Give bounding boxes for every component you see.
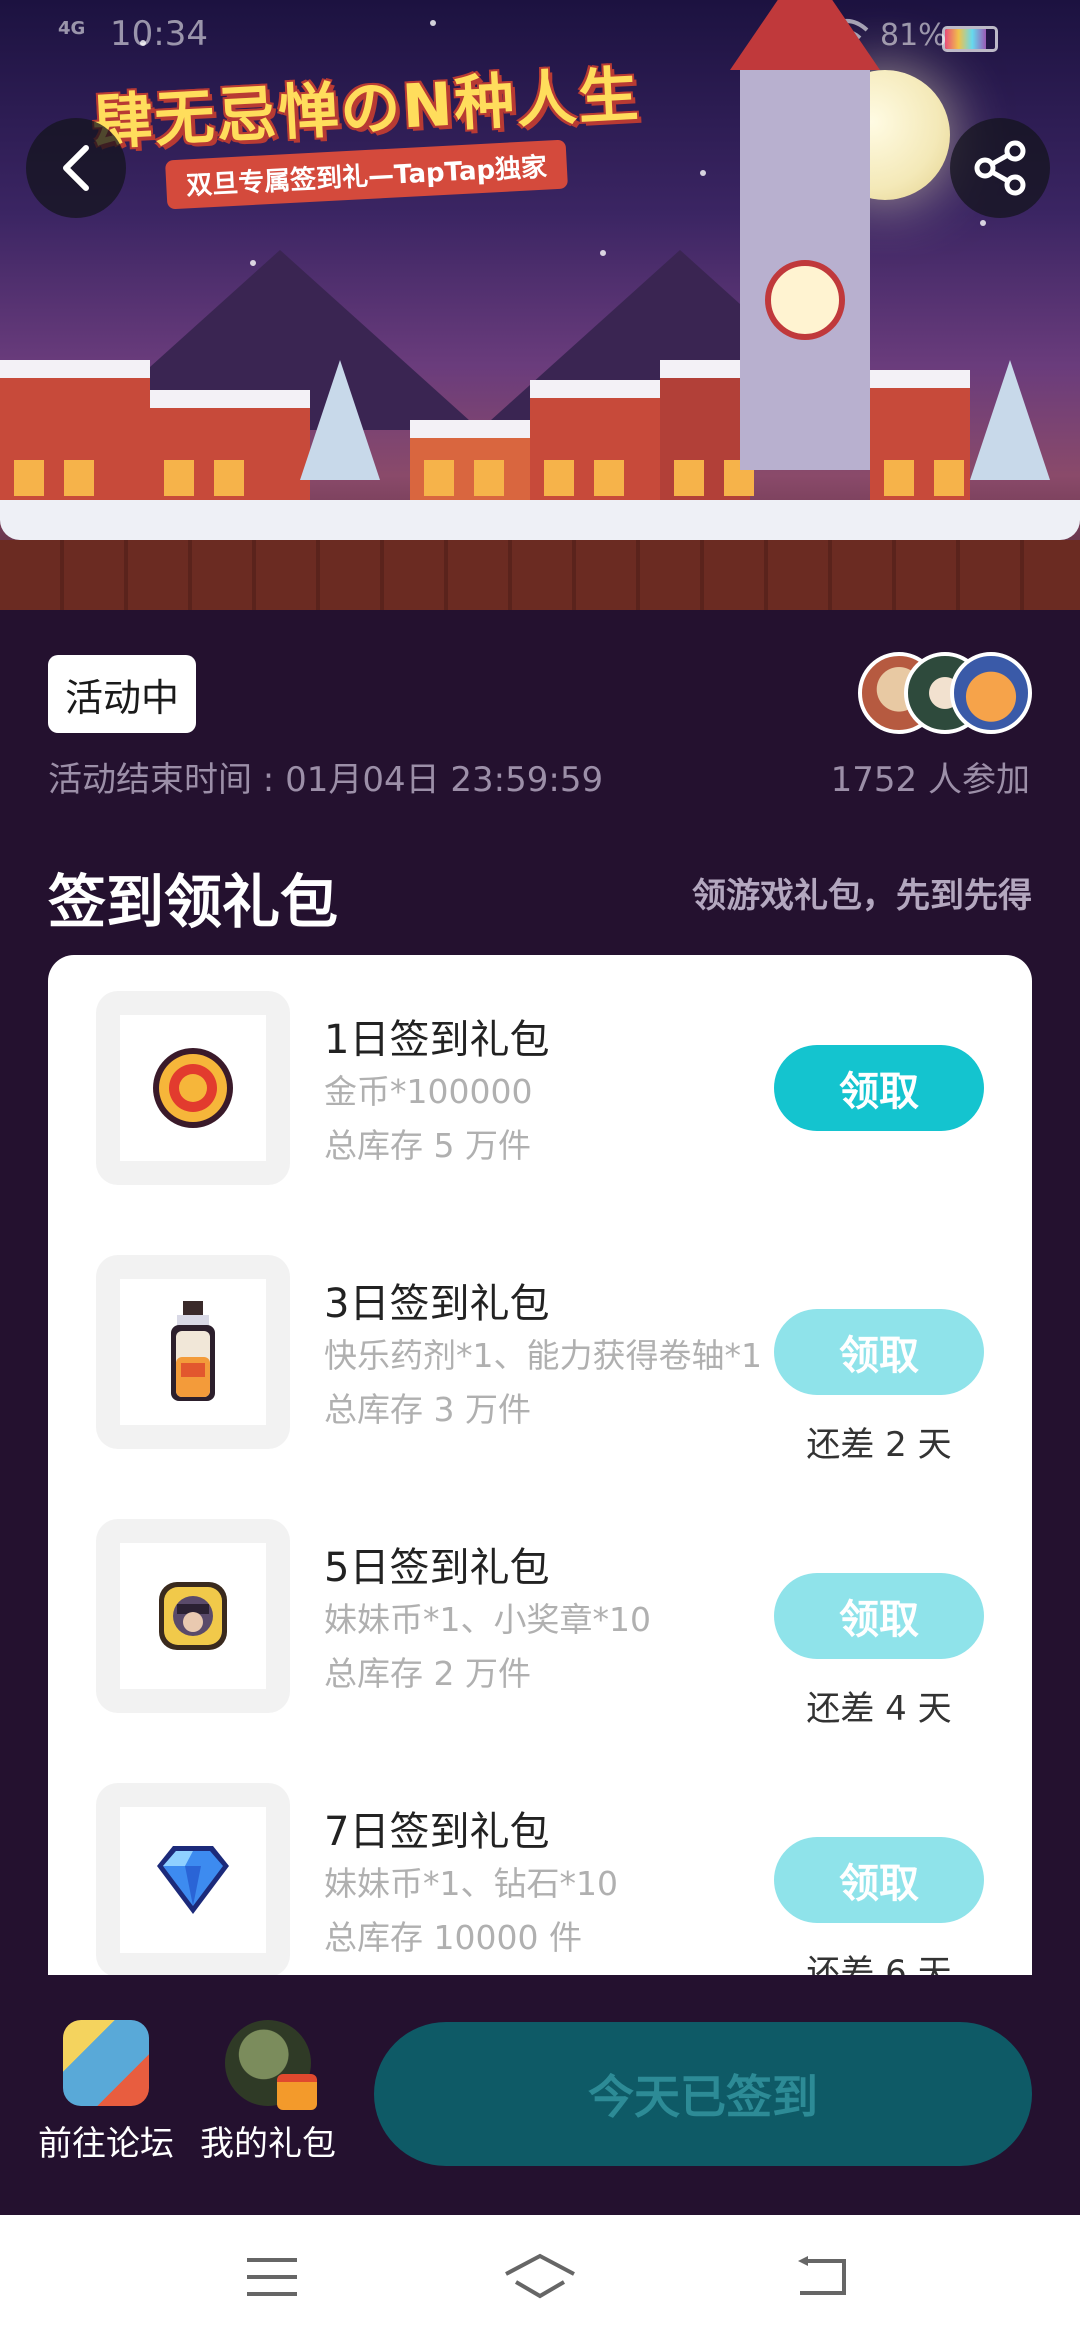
snow-ground bbox=[0, 500, 1080, 540]
gift-row-day7: 7日签到礼包 妹妹币*1、钻石*10 总库存 10000 件 领取 还差 6 天 bbox=[48, 1747, 1032, 1975]
claim-button[interactable]: 领取 bbox=[774, 1573, 984, 1659]
gift-icon-frame bbox=[96, 1255, 290, 1449]
section-hint: 领游戏礼包，先到先得 bbox=[692, 876, 1032, 916]
house-decoration bbox=[530, 380, 660, 510]
forum-thumbnail bbox=[63, 2020, 149, 2106]
section-title: 签到领礼包 bbox=[48, 868, 339, 936]
my-gifts-label: 我的礼包 bbox=[200, 2124, 336, 2164]
gift-stock: 总库存 5 万件 bbox=[324, 1126, 531, 1165]
medal-coin-icon bbox=[159, 1582, 227, 1650]
house-decoration bbox=[410, 420, 530, 510]
nav-menu-button[interactable] bbox=[232, 2245, 312, 2309]
system-navigation-bar bbox=[0, 2215, 1080, 2340]
my-gifts-avatar bbox=[225, 2020, 317, 2110]
gift-box-icon bbox=[277, 2074, 317, 2110]
nav-home-button[interactable] bbox=[500, 2245, 580, 2309]
event-end-time: 活动结束时间 : 01月04日 23:59:59 bbox=[48, 760, 604, 800]
house-decoration bbox=[870, 370, 970, 510]
days-remaining: 还差 6 天 bbox=[806, 1953, 952, 1975]
house-decoration bbox=[150, 390, 310, 510]
battery-fill bbox=[945, 29, 986, 49]
bottom-action-bar: 前往论坛 我的礼包 今天已签到 bbox=[0, 1975, 1080, 2215]
town-illustration bbox=[0, 300, 1080, 510]
gift-name: 7日签到礼包 bbox=[324, 1809, 550, 1855]
house-decoration bbox=[660, 360, 750, 510]
back-button[interactable] bbox=[26, 118, 126, 218]
gift-icon-frame bbox=[96, 1783, 290, 1975]
nav-back-button[interactable] bbox=[784, 2245, 864, 2309]
gift-row-day3: 3日签到礼包 快乐药剂*1、能力获得卷轴*1 总库存 3 万件 领取 还差 2 … bbox=[48, 1219, 1032, 1465]
clock-decoration bbox=[765, 260, 845, 340]
star-decoration bbox=[700, 170, 706, 176]
event-banner: 4G 10:34 0.10 KB/s 81% 肆无忌惮のN种人生 双旦专属签到礼… bbox=[0, 0, 1080, 610]
gift-name: 1日签到礼包 bbox=[324, 1017, 550, 1063]
event-status-tag: 活动中 bbox=[48, 655, 196, 733]
days-remaining: 还差 2 天 bbox=[806, 1425, 952, 1465]
star-decoration bbox=[140, 40, 146, 46]
church-tower-decoration bbox=[730, 0, 880, 470]
battery-icon bbox=[942, 26, 998, 52]
days-remaining: 还差 4 天 bbox=[806, 1689, 952, 1729]
gift-content: 妹妹币*1、小奖章*10 bbox=[324, 1600, 651, 1639]
gift-list-card: 1日签到礼包 金币*100000 总库存 5 万件 领取 3日签到礼包 快乐药剂… bbox=[48, 955, 1032, 1975]
claim-button[interactable]: 领取 bbox=[774, 1045, 984, 1131]
gift-icon-frame bbox=[96, 991, 290, 1185]
gift-icon-frame bbox=[96, 1519, 290, 1713]
gold-coin-icon bbox=[153, 1048, 233, 1128]
gift-content: 金币*100000 bbox=[324, 1072, 533, 1111]
claim-button[interactable]: 领取 bbox=[774, 1309, 984, 1395]
gift-stock: 总库存 10000 件 bbox=[324, 1918, 582, 1957]
checked-in-button[interactable]: 今天已签到 bbox=[374, 2022, 1032, 2166]
church-spire bbox=[730, 0, 880, 70]
share-button[interactable] bbox=[950, 118, 1050, 218]
tree-decoration bbox=[970, 360, 1050, 480]
claim-button[interactable]: 领取 bbox=[774, 1837, 984, 1923]
forum-label: 前往论坛 bbox=[38, 2124, 174, 2164]
share-icon bbox=[974, 140, 1026, 196]
home-icon bbox=[505, 2253, 575, 2299]
gift-name: 5日签到礼包 bbox=[324, 1545, 550, 1591]
gift-stock: 总库存 2 万件 bbox=[324, 1654, 531, 1693]
house-decoration bbox=[0, 360, 150, 510]
tree-decoration bbox=[300, 360, 380, 480]
potion-bottle-icon bbox=[171, 1301, 215, 1401]
brick-ground bbox=[0, 540, 1080, 610]
gift-row-day5: 5日签到礼包 妹妹币*1、小奖章*10 总库存 2 万件 领取 还差 4 天 bbox=[48, 1483, 1032, 1729]
menu-icon bbox=[247, 2258, 297, 2296]
diamond-icon bbox=[157, 1846, 229, 1914]
participant-avatars[interactable] bbox=[858, 652, 1034, 738]
network-indicator: 4G bbox=[58, 18, 86, 39]
star-decoration bbox=[980, 220, 986, 226]
gift-content: 快乐药剂*1、能力获得卷轴*1 bbox=[324, 1336, 762, 1375]
gift-row-day1: 1日签到礼包 金币*100000 总库存 5 万件 领取 bbox=[48, 955, 1032, 1185]
battery-percent: 81% bbox=[880, 18, 947, 53]
status-time: 10:34 bbox=[110, 14, 208, 54]
back-arrow-icon bbox=[798, 2256, 846, 2295]
gift-stock: 总库存 3 万件 bbox=[324, 1390, 531, 1429]
participant-count: 1752 人参加 bbox=[830, 760, 1030, 800]
my-gifts-shortcut[interactable]: 我的礼包 bbox=[198, 2020, 338, 2165]
avatar bbox=[950, 652, 1032, 734]
gift-name: 3日签到礼包 bbox=[324, 1281, 550, 1327]
gift-content: 妹妹币*1、钻石*10 bbox=[324, 1864, 618, 1903]
chevron-left-icon bbox=[63, 145, 89, 191]
star-decoration bbox=[430, 20, 436, 26]
forum-shortcut[interactable]: 前往论坛 bbox=[36, 2020, 176, 2165]
